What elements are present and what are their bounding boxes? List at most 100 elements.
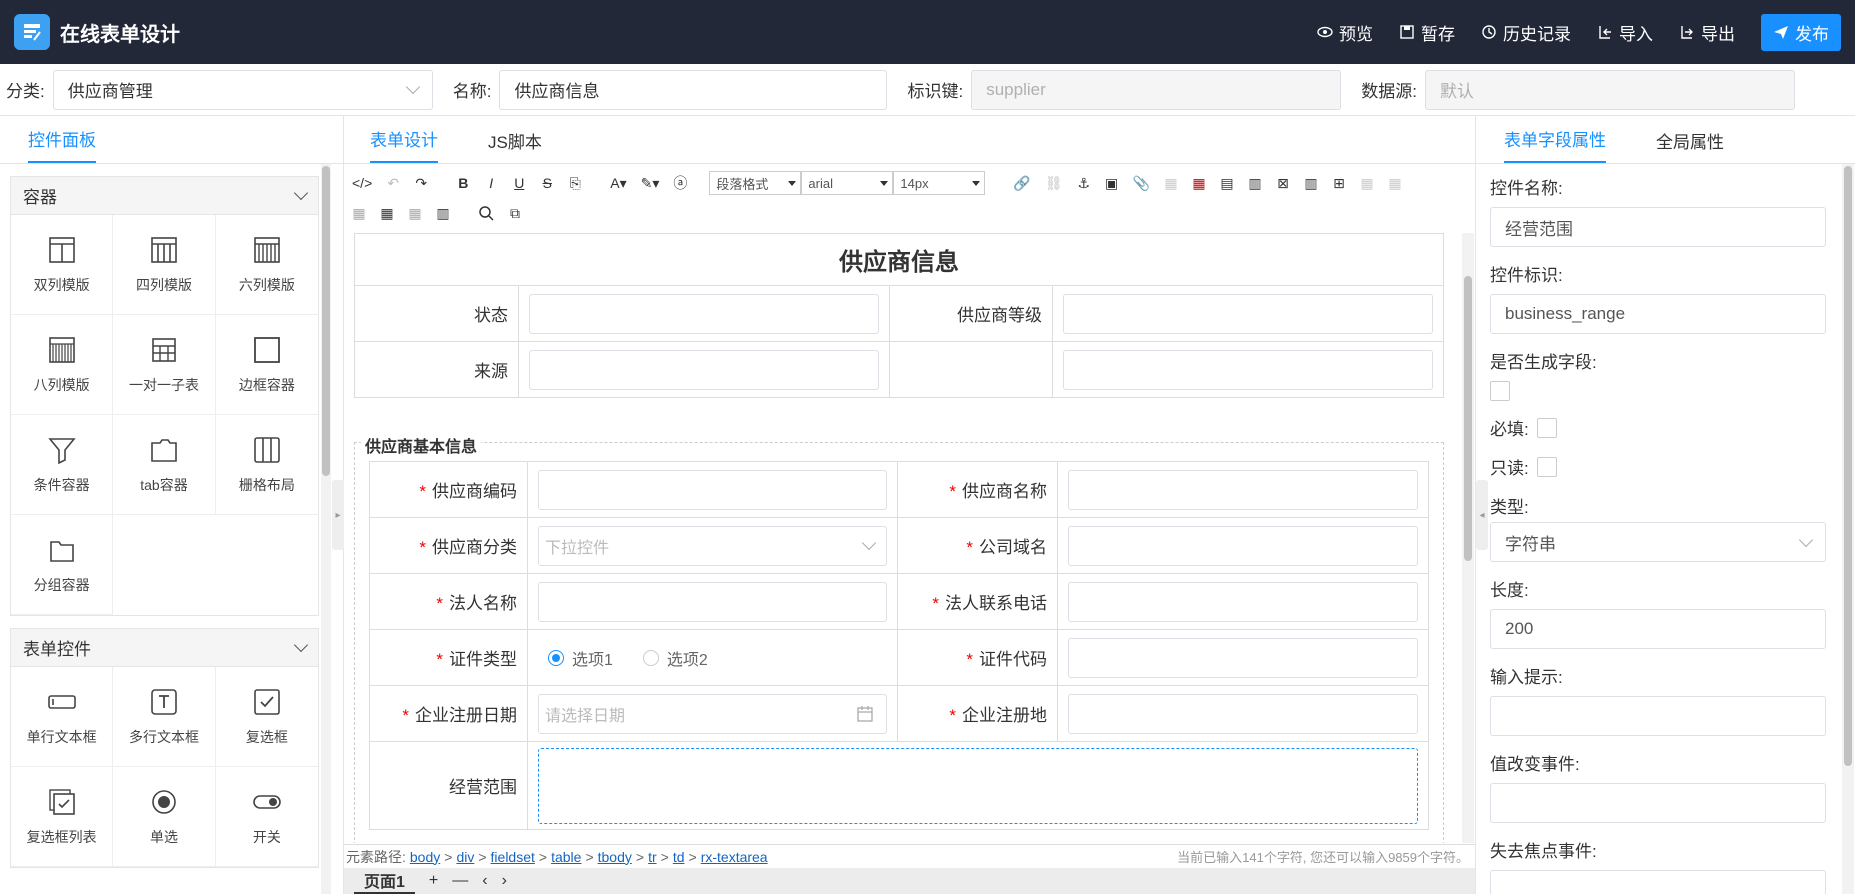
path-tr[interactable]: tr [648, 849, 657, 865]
tab-control-panel[interactable]: 控件面板 [28, 126, 96, 163]
collapse-left-handle[interactable]: ▸ [332, 480, 344, 550]
form-controls-group-header[interactable]: 表单控件 [11, 629, 318, 667]
add-page-icon[interactable]: + [429, 872, 438, 890]
paragraph-format-select[interactable]: 段落格式 [709, 171, 802, 195]
merge-cells-icon[interactable]: ⊞ [1332, 175, 1346, 192]
clear-format-icon[interactable]: ⓐ [673, 173, 687, 193]
control-id-input[interactable]: business_range [1490, 294, 1826, 334]
reg-date-picker[interactable]: 请选择日期 [538, 693, 887, 734]
remove-page-icon[interactable]: — [452, 872, 468, 890]
path-td[interactable]: td [673, 849, 685, 865]
border-container[interactable]: 边框容器 [215, 315, 318, 415]
supplier-name-input[interactable] [1068, 469, 1418, 510]
copy-icon[interactable]: ⧉ [508, 205, 522, 222]
attachment-icon[interactable]: 📎 [1133, 175, 1150, 192]
path-table[interactable]: table [551, 849, 581, 865]
italic-icon[interactable]: I [484, 175, 498, 191]
table-icon[interactable]: ▦ [1164, 175, 1178, 192]
tab-js-script[interactable]: JS脚本 [488, 128, 542, 163]
path-div[interactable]: div [456, 849, 474, 865]
format-painter-icon[interactable]: ⎘ [568, 175, 582, 192]
checkbox-list-control[interactable]: 复选框列表 [11, 767, 114, 867]
left-scrollbar-thumb[interactable] [322, 166, 330, 476]
business-scope-textarea[interactable] [538, 747, 1418, 824]
legal-phone-input[interactable] [1068, 581, 1418, 622]
highlight-icon[interactable]: ✎▾ [641, 175, 660, 192]
multi-line-input-control[interactable]: 多行文本框 [113, 667, 216, 767]
tab-field-properties[interactable]: 表单字段属性 [1504, 126, 1606, 163]
prev-page-icon[interactable]: ‹ [482, 872, 487, 890]
link-icon[interactable]: 🔗 [1013, 175, 1030, 192]
split-cells-icon[interactable]: ▦ [1360, 175, 1374, 192]
control-name-input[interactable]: 经营范围 [1490, 207, 1826, 247]
tab-global-properties[interactable]: 全局属性 [1656, 128, 1724, 163]
canvas-scrollbar-thumb[interactable] [1464, 276, 1472, 561]
strikethrough-icon[interactable]: S [540, 175, 554, 191]
insert-row-icon[interactable]: ▤ [1220, 175, 1234, 192]
right-scrollbar-thumb[interactable] [1844, 166, 1852, 766]
readonly-checkbox[interactable] [1536, 456, 1557, 477]
legal-name-input[interactable] [538, 581, 887, 622]
container-group-header[interactable]: 容器 [11, 177, 318, 215]
tab-page-1[interactable]: 页面1 [354, 868, 415, 894]
source-code-icon[interactable]: </> [352, 175, 372, 191]
empty-input[interactable] [1063, 349, 1433, 390]
six-column-template[interactable]: 六列模版 [215, 215, 318, 315]
category-select[interactable]: 供应商管理 [52, 69, 433, 110]
condition-container[interactable]: 条件容器 [11, 415, 114, 515]
history-button[interactable]: 历史记录 [1481, 20, 1571, 45]
two-column-template[interactable]: 双列模版 [11, 215, 114, 315]
reg-place-input[interactable] [1068, 693, 1418, 734]
font-color-icon[interactable]: A▾ [610, 175, 626, 192]
unlink-icon[interactable]: ⛓ [1045, 175, 1063, 192]
company-domain-input[interactable] [1068, 525, 1418, 566]
grid-layout[interactable]: 栅格布局 [215, 415, 318, 515]
blur-event-input[interactable] [1490, 870, 1826, 894]
path-body[interactable]: body [410, 849, 440, 865]
tab-container[interactable]: tab容器 [113, 415, 216, 515]
status-input[interactable] [529, 293, 879, 334]
single-line-input-control[interactable]: 单行文本框 [11, 667, 114, 767]
import-button[interactable]: 导入 [1597, 20, 1653, 45]
required-checkbox[interactable] [1536, 417, 1557, 438]
insert-table-icon[interactable]: ▦ [1192, 175, 1206, 192]
next-page-icon[interactable]: › [502, 872, 507, 890]
generate-field-checkbox[interactable] [1490, 381, 1510, 401]
change-event-input[interactable] [1490, 783, 1826, 823]
input-hint-input[interactable] [1490, 696, 1826, 736]
switch-control[interactable]: 开关 [215, 767, 318, 867]
eight-column-template[interactable]: 八列模版 [11, 315, 114, 415]
tab-form-design[interactable]: 表单设计 [370, 126, 438, 163]
preview-button[interactable]: 预览 [1317, 20, 1373, 45]
save-draft-button[interactable]: 暂存 [1399, 20, 1455, 45]
cert-code-input[interactable] [1068, 637, 1418, 678]
font-family-select[interactable]: arial [801, 171, 894, 195]
anchor-icon[interactable]: ⚓ [1077, 175, 1091, 192]
supplier-code-input[interactable] [538, 469, 887, 510]
length-input[interactable]: 200 [1490, 609, 1826, 649]
bold-icon[interactable]: B [456, 175, 470, 191]
checkbox-control[interactable]: 复选框 [215, 667, 318, 767]
type-select[interactable]: 字符串 [1490, 522, 1826, 562]
path-tbody[interactable]: tbody [598, 849, 632, 865]
export-button[interactable]: 导出 [1679, 20, 1735, 45]
underline-icon[interactable]: U [512, 175, 526, 191]
table-props-icon[interactable]: ▦ [1388, 175, 1402, 192]
source-input[interactable] [529, 349, 879, 390]
supplier-level-input[interactable] [1063, 293, 1433, 334]
table-border-icon[interactable]: ▥ [436, 205, 450, 222]
search-icon[interactable] [478, 205, 494, 221]
insert-col-icon[interactable]: ▥ [1248, 175, 1262, 192]
four-column-template[interactable]: 四列模版 [113, 215, 216, 315]
path-rx-textarea[interactable]: rx-textarea [701, 849, 768, 865]
redo-icon[interactable]: ↷ [414, 175, 428, 192]
row-props-icon[interactable]: ▦ [380, 205, 394, 222]
radio-option-1[interactable]: 选项1 [548, 646, 613, 670]
image-icon[interactable]: ▣ [1105, 175, 1119, 192]
undo-icon[interactable]: ↶ [386, 175, 400, 192]
radio-option-2[interactable]: 选项2 [642, 646, 708, 670]
cell-props-icon[interactable]: ▦ [352, 205, 366, 222]
publish-button[interactable]: 发布 [1761, 13, 1841, 51]
one-to-one-subtable[interactable]: 一对一子表 [113, 315, 216, 415]
radio-control[interactable]: 单选 [113, 767, 216, 867]
